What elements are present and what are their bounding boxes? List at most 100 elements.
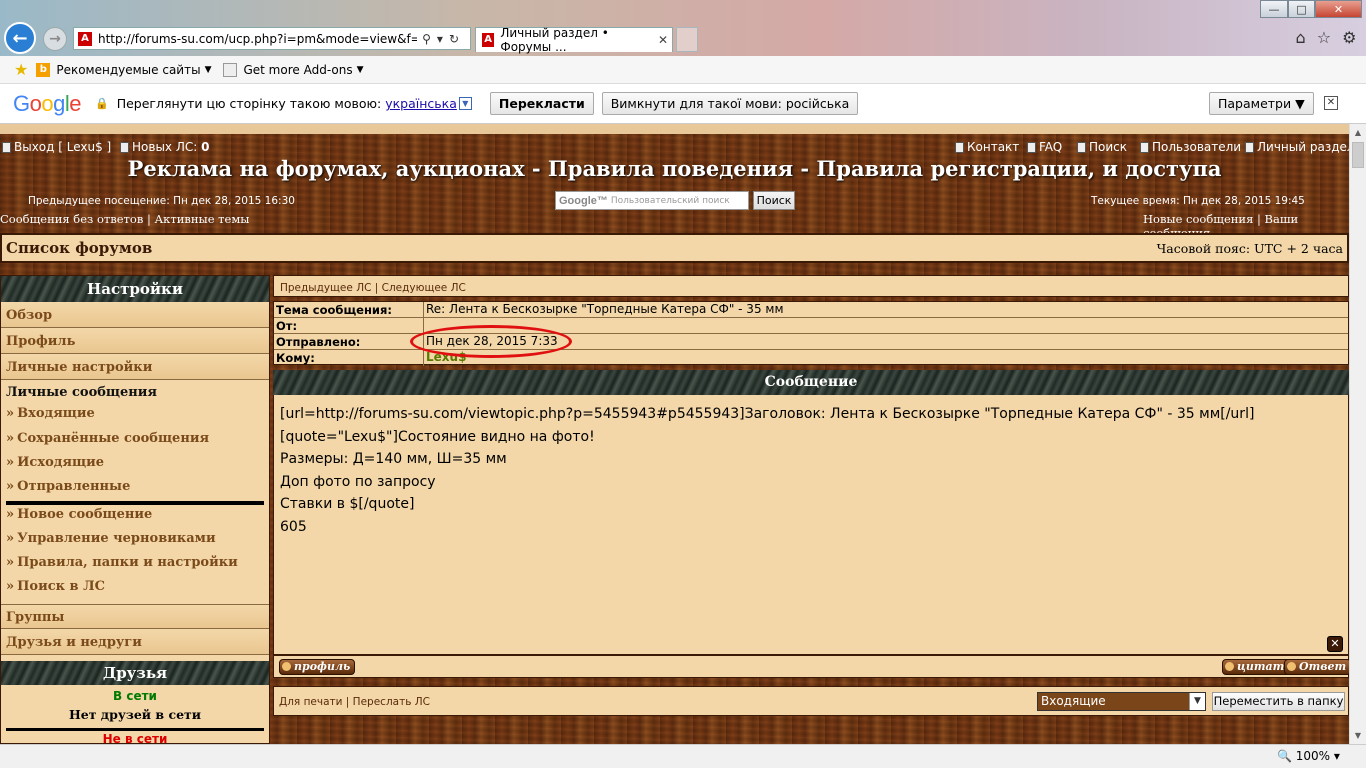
reply-icon xyxy=(1287,662,1296,671)
chevron-down-icon: ▼ xyxy=(204,64,212,75)
home-icon[interactable]: ⌂ xyxy=(1296,28,1306,48)
unanswered-active-links[interactable]: Сообщения без ответов | Активные темы xyxy=(0,212,249,226)
suggested-sites-link[interactable]: b Рекомендуемые сайты ▼ xyxy=(36,62,212,77)
sidebar-item-saved[interactable]: » Сохранённые сообщения xyxy=(6,427,209,451)
subject-label: Тема сообщения: xyxy=(276,303,392,317)
sidebar-item-compose[interactable]: » Новое сообщение xyxy=(6,503,152,527)
language-select[interactable]: українська xyxy=(385,96,457,111)
faq-label: FAQ xyxy=(1039,140,1063,154)
subject-row: Тема сообщения: Re: Лента к Бескозырке "… xyxy=(274,302,1348,318)
disable-translate-button[interactable]: Вимкнути для такої мови: російська xyxy=(601,92,859,115)
move-to-folder-button[interactable]: Переместить в папку xyxy=(1212,692,1345,711)
favorites-bar: ★ b Рекомендуемые сайты ▼ Get more Add-ons… xyxy=(0,56,1366,84)
chevron-down-icon[interactable]: ▼ xyxy=(458,97,472,110)
search-input[interactable]: Google™ Пользовательский поиск xyxy=(555,191,749,210)
sent-label: Отправлено: xyxy=(276,335,361,349)
minimize-button[interactable]: — xyxy=(1260,0,1288,18)
gear-icon[interactable]: ⚙ xyxy=(1342,28,1356,48)
logout-icon xyxy=(2,141,11,153)
address-bar[interactable]: A http://forums-su.com/ucp.php?i=pm&mode… xyxy=(73,27,471,50)
new-tab-button[interactable] xyxy=(676,27,698,52)
to-label: Кому: xyxy=(276,351,315,365)
message-line: Доп фото по запросу xyxy=(280,473,436,490)
sidebar-item-drafts[interactable]: » Управление черновиками xyxy=(6,527,216,551)
last-visit: Предыдущее посещение: Пн дек 28, 2015 16… xyxy=(28,195,295,207)
sidebar-item-rules[interactable]: » Правила, папки и настройки xyxy=(6,551,238,575)
page-top-strip xyxy=(0,124,1349,134)
contact-icon xyxy=(955,141,964,153)
translate-prompt: Переглянути цю сторінку такою мовою: xyxy=(116,96,382,111)
addons-icon xyxy=(223,62,238,77)
address-icons[interactable]: ⚲▾↻ xyxy=(417,32,470,46)
chevron-down-icon: ▼ xyxy=(356,64,364,75)
logout-link[interactable]: Выход [ Lexu$ ] xyxy=(2,140,111,154)
forum-list-link[interactable]: Список форумов xyxy=(6,239,152,257)
sidebar-item-sent[interactable]: » Отправленные xyxy=(6,475,130,499)
get-addons-link[interactable]: Get more Add-ons ▼ xyxy=(223,62,364,77)
site-favicon: A xyxy=(78,31,92,46)
search-button[interactable]: Поиск xyxy=(753,191,795,210)
ucp-label: Личный раздел xyxy=(1257,140,1349,154)
sidebar: Настройки Обзор Профиль Личные настройки… xyxy=(0,275,270,744)
friends-title: Друзья xyxy=(1,661,269,685)
print-forward-links[interactable]: Для печати | Переслать ЛС xyxy=(279,696,430,708)
sidebar-item-preferences[interactable]: Личные настройки xyxy=(1,355,269,380)
toolbar-icons: ⌂ ☆ ⚙ xyxy=(1290,28,1362,48)
vertical-scrollbar[interactable]: ▲ ▼ xyxy=(1349,124,1366,744)
sidebar-item-profile[interactable]: Профиль xyxy=(1,329,269,354)
sidebar-title: Настройки xyxy=(1,276,269,302)
search-icon xyxy=(1077,141,1086,153)
pm-navigation[interactable]: Предыдущее ЛС | Следующее ЛС xyxy=(273,275,1349,297)
scroll-up-icon[interactable]: ▲ xyxy=(1350,124,1366,141)
message-line: [quote="Lexu$"]Состояние видно на фото! xyxy=(280,428,595,445)
close-window-button[interactable]: ✕ xyxy=(1315,0,1362,18)
profile-button[interactable]: профиль xyxy=(279,659,356,675)
scroll-down-icon[interactable]: ▼ xyxy=(1350,727,1366,744)
profile-icon xyxy=(282,662,291,671)
zoom-control[interactable]: 🔍 100% ▾ xyxy=(1277,749,1340,763)
address-url[interactable]: http://forums-su.com/ucp.php?i=pm&mode=v… xyxy=(98,32,417,46)
search-icon[interactable]: ⚲ xyxy=(422,32,437,46)
back-icon[interactable]: ← xyxy=(4,22,36,54)
maximize-button[interactable]: □ xyxy=(1288,0,1315,18)
options-button[interactable]: Параметри ▼ xyxy=(1209,92,1314,115)
forward-icon[interactable]: → xyxy=(43,27,67,51)
divider xyxy=(6,728,264,731)
sidebar-item-groups[interactable]: Группы xyxy=(1,604,269,629)
delete-message-icon[interactable]: ✕ xyxy=(1327,636,1343,652)
from-label: От: xyxy=(276,319,298,333)
pm-icon xyxy=(120,141,129,153)
favorites-star-icon[interactable]: ★ xyxy=(14,60,28,79)
zoom-icon: 🔍 xyxy=(1277,749,1292,763)
folder-select[interactable]: Входящие ▼ xyxy=(1037,692,1206,711)
close-icon[interactable]: ✕ xyxy=(1324,96,1338,110)
sidebar-item-inbox[interactable]: » Входящие xyxy=(6,402,95,426)
search-link[interactable]: Поиск xyxy=(1077,140,1127,154)
offline-label: Не в сети xyxy=(102,732,168,744)
tab-close-icon[interactable]: ✕ xyxy=(658,33,668,47)
site-title[interactable]: Реклама на форумах, аукционах - Правила … xyxy=(0,156,1349,181)
browser-tab[interactable]: A Личный раздел • Форумы ... ✕ xyxy=(475,26,673,54)
faq-link[interactable]: FAQ xyxy=(1027,140,1062,154)
message-line: Ставки в $[/quote] xyxy=(280,496,415,512)
scroll-thumb[interactable] xyxy=(1352,142,1364,168)
sidebar-item-friends-foes[interactable]: Друзья и недруги xyxy=(1,630,269,655)
chevron-down-icon[interactable]: ▾ xyxy=(437,32,449,46)
google-logo: Google xyxy=(13,90,82,116)
contact-link[interactable]: Контакт xyxy=(955,140,1019,154)
online-label: В сети xyxy=(113,689,157,703)
reply-button[interactable]: Ответ xyxy=(1284,659,1349,675)
users-link[interactable]: Пользователи xyxy=(1140,140,1241,154)
message-header: Сообщение xyxy=(273,370,1349,395)
sidebar-item-pm-search[interactable]: » Поиск в ЛС xyxy=(6,575,105,599)
star-icon[interactable]: ☆ xyxy=(1317,28,1331,48)
message-actions: профиль цитата Ответ xyxy=(273,655,1349,678)
chevron-down-icon[interactable]: ▼ xyxy=(1189,693,1205,710)
sidebar-item-overview[interactable]: Обзор xyxy=(1,303,269,328)
translate-button[interactable]: Перекласти xyxy=(489,92,594,115)
refresh-icon[interactable]: ↻ xyxy=(449,32,465,46)
new-pm-link[interactable]: Новых ЛС: 0 xyxy=(120,140,209,154)
sidebar-item-outbox[interactable]: » Исходящие xyxy=(6,451,104,475)
user-control-panel-link[interactable]: Личный раздел xyxy=(1245,140,1349,154)
chevron-down-icon: ▾ xyxy=(1333,749,1340,763)
